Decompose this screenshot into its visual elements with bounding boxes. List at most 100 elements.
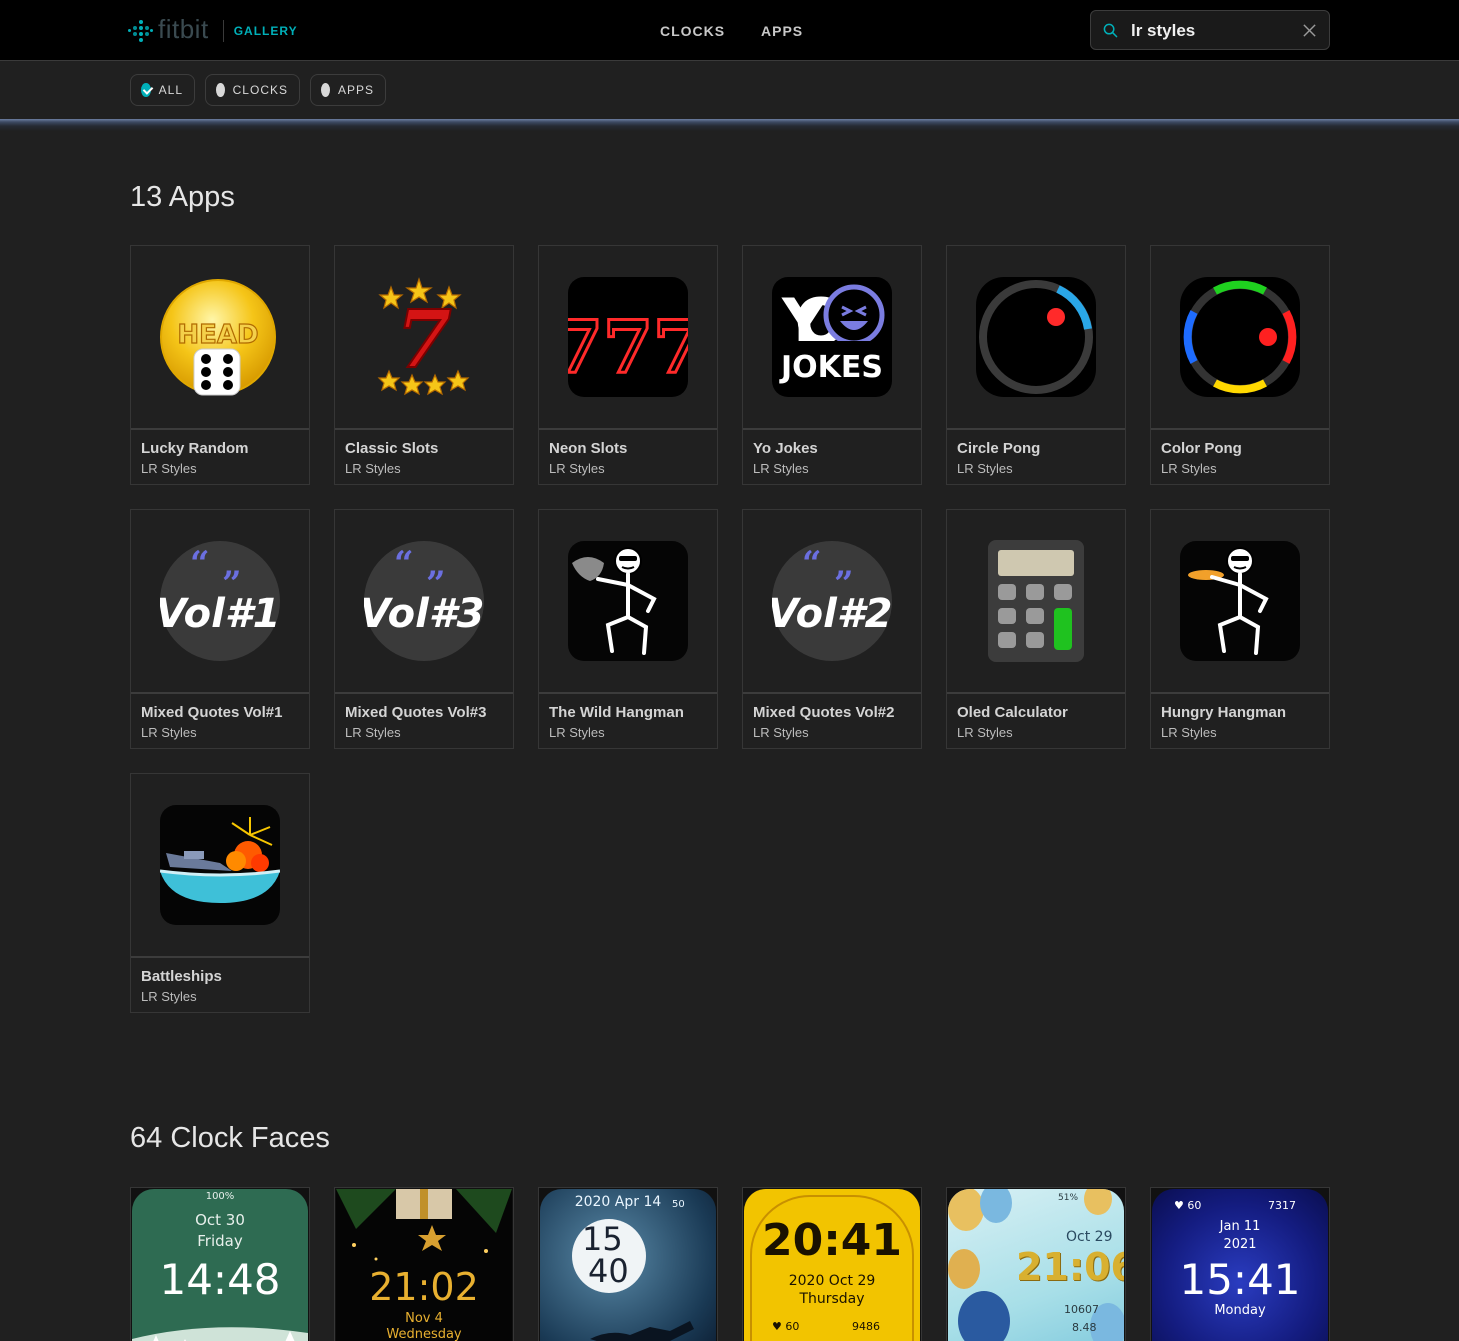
app-developer: LR Styles (753, 461, 809, 476)
app-name: Oled Calculator (957, 704, 1068, 721)
app-card-circle-pong[interactable]: Circle Pong LR Styles (946, 245, 1126, 485)
check-icon (141, 83, 151, 97)
yo-jokes-icon: YO JOKES (772, 277, 892, 397)
clock-card[interactable]: ♥ 60 7317 Jan 11 2021 15:41 Monday (1150, 1187, 1330, 1341)
app-thumbnail (131, 774, 309, 958)
app-developer: LR Styles (549, 725, 605, 740)
filter-apps-label: APPS (337, 83, 374, 97)
filter-bar: ALL CLOCKS APPS (0, 61, 1459, 119)
date-text: Oct 30 (195, 1211, 245, 1229)
filter-apps[interactable]: APPS (310, 74, 386, 106)
app-thumbnail: 7 (335, 246, 513, 430)
logo-divider (222, 20, 224, 42)
app-name: Battleships (141, 968, 222, 985)
header-divider (0, 119, 1459, 131)
quote-vol3-icon: “ ” Vol#3 (364, 541, 484, 661)
clock-face-preview: 21:02 Nov 4 Wednesday (336, 1189, 512, 1341)
neon-slots-icon: 777 (568, 277, 688, 397)
svg-text:Vol#3: Vol#3 (364, 591, 484, 637)
quote-vol1-icon: “ ” Vol#1 (160, 541, 280, 661)
heart-rate-value: 60 (785, 1320, 800, 1333)
day-text: Wednesday (386, 1327, 462, 1341)
clock-face-preview: 100% Oct 30 Friday 14:48 (132, 1189, 308, 1341)
radio-icon (321, 83, 330, 97)
clock-face-preview: 20:41 2020 Oct 29 Thursday ♥ 60 9486 (744, 1189, 920, 1341)
date-text: 2020 Oct 29 (788, 1273, 876, 1289)
app-thumbnail: “ ” Vol#2 (743, 510, 921, 694)
app-thumbnail: “ ” Vol#1 (131, 510, 309, 694)
app-thumbnail (1151, 510, 1329, 694)
quote-vol2-icon: “ ” Vol#2 (772, 541, 892, 661)
time-text: 15:41 (1179, 1255, 1301, 1304)
app-name: Classic Slots (345, 440, 439, 457)
distance-text: 8.48 (1072, 1321, 1097, 1334)
hangman-icon (568, 541, 688, 661)
day-text: Friday (197, 1232, 243, 1250)
app-card-classic-slots[interactable]: 7 Classic Slots LR Styles (334, 245, 514, 485)
app-card-wild-hangman[interactable]: The Wild Hangman LR Styles (538, 509, 718, 749)
svg-text:Vol#1: Vol#1 (160, 591, 280, 637)
lucky-random-icon: HEAD (160, 279, 276, 396)
close-icon[interactable] (1302, 23, 1317, 38)
svg-text:Vol#2: Vol#2 (772, 591, 892, 637)
app-card-oled-calculator[interactable]: Oled Calculator LR Styles (946, 509, 1126, 749)
app-card-mixed-quotes-vol1[interactable]: “ ” Vol#1 Mixed Quotes Vol#1 LR Styles (130, 509, 310, 749)
app-card-neon-slots[interactable]: 777 Neon Slots LR Styles (538, 245, 718, 485)
clock-card[interactable]: 21:02 Nov 4 Wednesday (334, 1187, 514, 1341)
steps-text: 7317 (1268, 1199, 1296, 1212)
circle-pong-icon (976, 277, 1096, 397)
heart-rate-text: ♥ 60 (772, 1320, 800, 1333)
app-developer: LR Styles (549, 461, 605, 476)
small-value-text: 50 (672, 1199, 685, 1210)
clock-card[interactable]: 20:41 2020 Oct 29 Thursday ♥ 60 9486 (742, 1187, 922, 1341)
app-card-lucky-random[interactable]: HEAD Lucky Random LR Styles (130, 245, 310, 485)
svg-text:7: 7 (396, 292, 452, 386)
battleships-icon (160, 805, 280, 925)
top-bar: fitbit GALLERY CLOCKS APPS (0, 0, 1459, 61)
filter-all[interactable]: ALL (130, 74, 195, 106)
heart-rate-value: 60 (1187, 1199, 1202, 1212)
app-name: Mixed Quotes Vol#2 (753, 704, 895, 721)
logo-wordmark: fitbit (158, 14, 209, 44)
radio-icon (216, 83, 225, 97)
app-developer: LR Styles (141, 989, 197, 1004)
app-thumbnail: 777 (539, 246, 717, 430)
svg-text:“: “ (190, 544, 210, 584)
clock-card[interactable]: 100% Oct 30 Friday 14:48 (130, 1187, 310, 1341)
time-text: 20:41 (761, 1215, 903, 1266)
clock-card[interactable]: 51% Oct 29 21:06 10607 8.48 (946, 1187, 1126, 1341)
app-card-battleships[interactable]: Battleships LR Styles (130, 773, 310, 1013)
app-card-mixed-quotes-vol2[interactable]: “ ” Vol#2 Mixed Quotes Vol#2 LR Styles (742, 509, 922, 749)
day-text: Thursday (799, 1291, 865, 1307)
filter-clocks[interactable]: CLOCKS (205, 74, 300, 106)
app-name: Circle Pong (957, 440, 1041, 457)
app-card-hungry-hangman[interactable]: Hungry Hangman LR Styles (1150, 509, 1330, 749)
search-icon[interactable] (1103, 23, 1118, 38)
year-text: 2021 (1223, 1237, 1257, 1252)
heart-rate-text: ♥ 60 (1174, 1199, 1202, 1212)
svg-text:“: “ (802, 544, 822, 584)
gallery-label: GALLERY (233, 24, 298, 38)
fitbit-logo-icon (128, 20, 153, 42)
hungry-hangman-icon (1180, 541, 1300, 661)
svg-text:HEAD: HEAD (177, 320, 258, 350)
svg-text:777: 777 (568, 304, 688, 389)
app-thumbnail: “ ” Vol#3 (335, 510, 513, 694)
app-card-yo-jokes[interactable]: YO JOKES Yo Jokes LR Styles (742, 245, 922, 485)
app-thumbnail (947, 246, 1125, 430)
search-input[interactable] (1131, 19, 1291, 43)
battery-text: 51% (1058, 1193, 1079, 1203)
time-text: 14:48 (159, 1255, 281, 1304)
app-card-color-pong[interactable]: Color Pong LR Styles (1150, 245, 1330, 485)
clock-card[interactable]: 2020 Apr 14 50 15 40 (538, 1187, 718, 1341)
app-thumbnail (1151, 246, 1329, 430)
clock-face-preview: ♥ 60 7317 Jan 11 2021 15:41 Monday (1152, 1189, 1328, 1341)
fitbit-logo[interactable]: fitbit GALLERY (128, 14, 298, 45)
app-developer: LR Styles (1161, 461, 1217, 476)
app-card-mixed-quotes-vol3[interactable]: “ ” Vol#3 Mixed Quotes Vol#3 LR Styles (334, 509, 514, 749)
app-developer: LR Styles (957, 461, 1013, 476)
nav-clocks[interactable]: CLOCKS (660, 23, 725, 39)
steps-text: 9486 (852, 1320, 880, 1333)
nav-apps[interactable]: APPS (761, 23, 803, 39)
app-developer: LR Styles (141, 461, 197, 476)
